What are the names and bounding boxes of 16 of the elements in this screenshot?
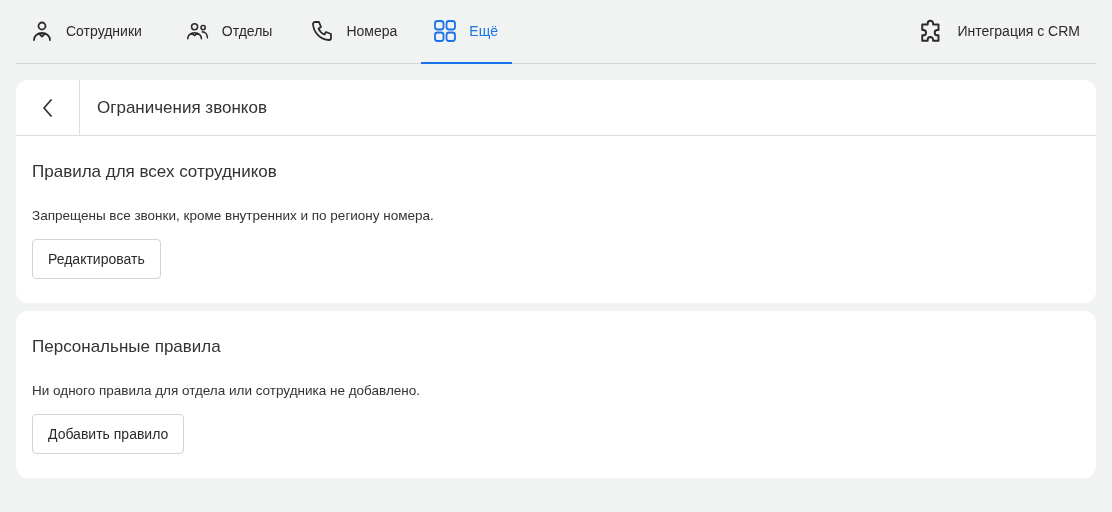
phone-icon bbox=[310, 19, 335, 43]
integration-link[interactable]: Интеграция с CRM bbox=[905, 0, 1096, 64]
back-icon bbox=[42, 98, 53, 117]
section-description: Запрещены все звонки, кроме внутренних и по региону номера. bbox=[32, 208, 435, 223]
page-title: Ограничения звонков bbox=[96, 96, 267, 119]
action-button[interactable]: Добавить правило bbox=[32, 414, 185, 454]
nav-tab[interactable]: Ещё bbox=[421, 0, 512, 64]
action-button[interactable]: Редактировать bbox=[32, 239, 161, 279]
section-description: Ни одного правила для отдела или сотрудника не добавлено. bbox=[32, 383, 421, 398]
section-title: Правила для всех сотрудников bbox=[32, 162, 278, 182]
nav-tab[interactable]: Номера bbox=[296, 0, 412, 64]
nav-tab[interactable]: Отделы bbox=[171, 0, 287, 64]
section-title: Персональные правила bbox=[32, 337, 222, 357]
grid-icon bbox=[433, 19, 458, 43]
nav-tab[interactable]: Сотрудники bbox=[16, 0, 156, 64]
person-icon bbox=[30, 19, 54, 43]
